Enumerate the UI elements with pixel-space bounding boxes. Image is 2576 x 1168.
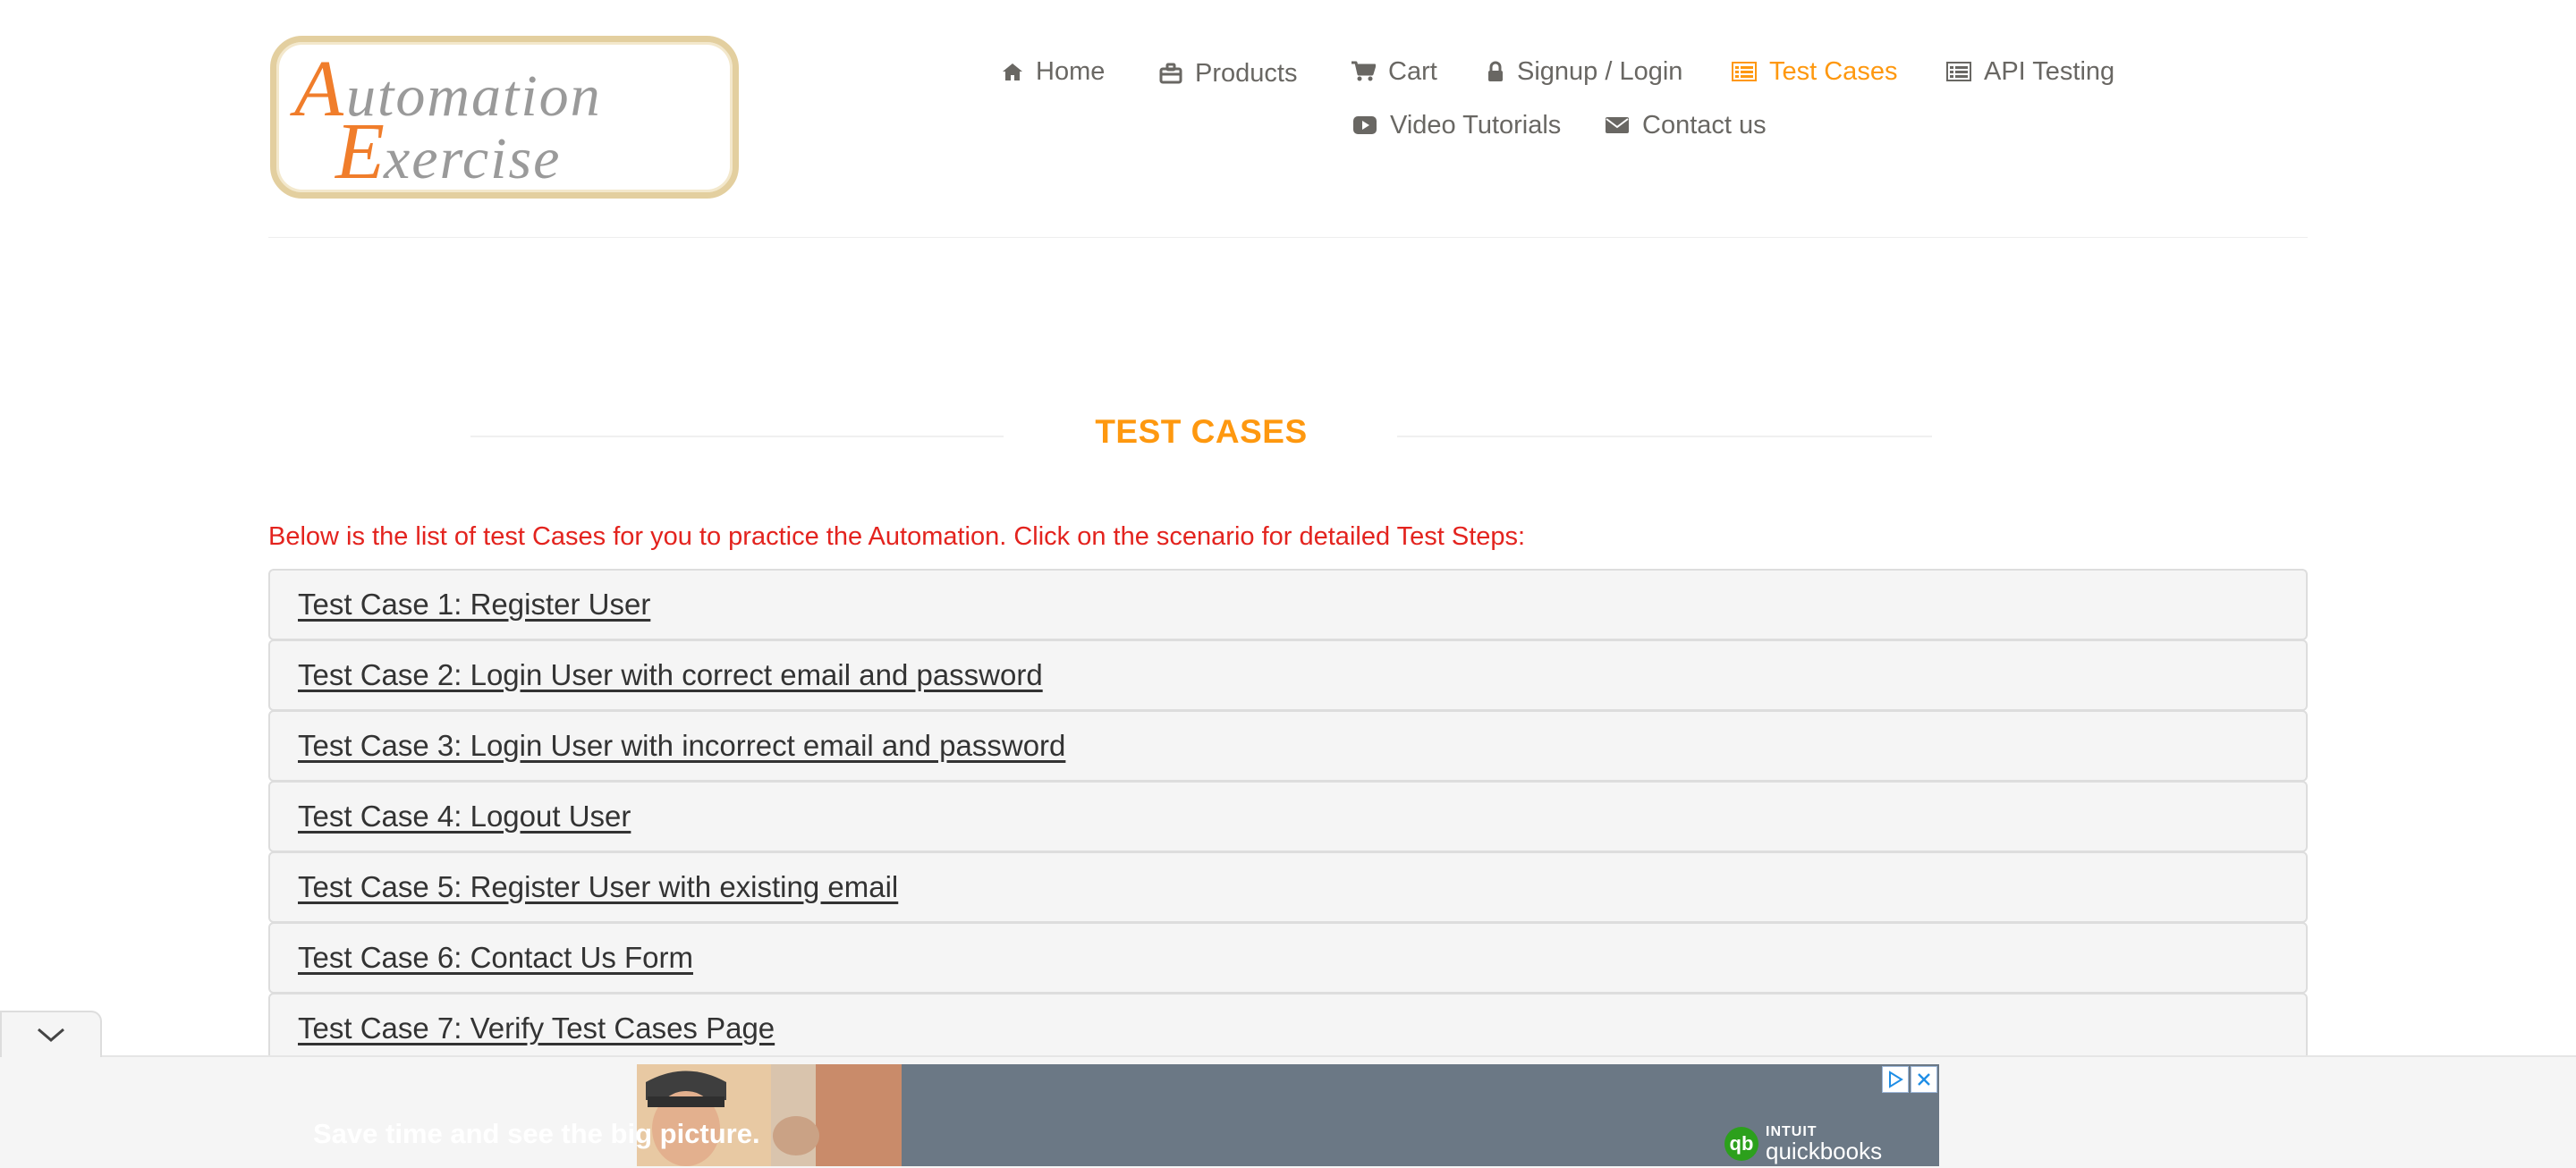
ad-brand-big: quickbooks xyxy=(1766,1138,1883,1164)
test-case-row[interactable]: Test Case 4: Logout User xyxy=(268,781,2308,852)
logo-artwork: A utomation E xercise xyxy=(290,45,600,192)
nav-cart[interactable]: Cart xyxy=(1351,54,1437,89)
nav-api-testing-label: API Testing xyxy=(1984,56,2115,86)
test-case-link[interactable]: Test Case 7: Verify Test Cases Page xyxy=(298,1011,775,1045)
home-icon xyxy=(1003,63,1022,80)
nav-api-testing[interactable]: API Testing xyxy=(1946,54,2114,89)
nav-test-cases[interactable]: Test Cases xyxy=(1732,54,1897,89)
close-ad-button[interactable] xyxy=(1911,1066,1937,1093)
test-case-list: Test Case 1: Register User Test Case 2: L… xyxy=(268,569,2308,1064)
test-case-row[interactable]: Test Case 2: Login User with correct ema… xyxy=(268,639,2308,711)
nav-video-tutorials-label: Video Tutorials xyxy=(1390,110,1562,140)
ad-headline: Save time and see the big picture. xyxy=(313,1118,760,1149)
briefcase-icon xyxy=(1159,63,1182,84)
lock-icon xyxy=(1488,61,1503,81)
nav-contact-us[interactable]: Contact us xyxy=(1605,107,1767,143)
title-line-right xyxy=(1397,436,1932,437)
ad-brand: qb INTUIT quickbooks xyxy=(1724,1125,1882,1163)
nav-video-tutorials[interactable]: Video Tutorials xyxy=(1352,107,1561,143)
cart-icon xyxy=(1352,61,1376,81)
nav-signup-login[interactable]: Signup / Login xyxy=(1487,54,1682,89)
youtube-play-icon xyxy=(1353,116,1377,134)
ad-photo xyxy=(637,1064,902,1166)
list-icon xyxy=(1732,62,1757,81)
test-case-link[interactable]: Test Case 5: Register User with existing… xyxy=(298,870,898,904)
logo-text-line2: xercise xyxy=(383,126,561,191)
test-case-row[interactable]: Test Case 3: Login User with incorrect e… xyxy=(268,710,2308,782)
test-case-row[interactable]: Test Case 5: Register User with existing… xyxy=(268,851,2308,923)
nav-contact-us-label: Contact us xyxy=(1642,110,1767,140)
nav-home-label: Home xyxy=(1036,56,1106,86)
nav-products-label: Products xyxy=(1195,58,1298,88)
logo-initial-e: E xyxy=(334,107,385,192)
test-case-link[interactable]: Test Case 3: Login User with incorrect e… xyxy=(298,729,1065,763)
test-case-link[interactable]: Test Case 4: Logout User xyxy=(298,800,631,834)
collapse-ad-button[interactable] xyxy=(0,1011,102,1057)
page-title: TEST CASES xyxy=(1095,413,1308,450)
close-icon xyxy=(1918,1073,1930,1086)
test-case-link[interactable]: Test Case 6: Contact Us Form xyxy=(298,941,693,975)
chevron-down-icon xyxy=(38,1028,64,1042)
site-header: A utomation E xercise Home Products Cart… xyxy=(0,0,2576,238)
test-case-row[interactable]: Test Case 7: Verify Test Cases Page xyxy=(268,993,2308,1064)
nav-test-cases-label: Test Cases xyxy=(1769,56,1898,86)
title-line-left xyxy=(470,436,1004,437)
nav-home[interactable]: Home xyxy=(1002,54,1105,89)
envelope-icon xyxy=(1606,117,1629,133)
nav-signup-login-label: Signup / Login xyxy=(1517,56,1683,86)
intro-text: Below is the list of test Cases for you … xyxy=(268,522,1526,551)
adchoices-play-icon xyxy=(1889,1071,1903,1088)
list-icon xyxy=(1946,62,1971,81)
nav-cart-label: Cart xyxy=(1388,56,1437,86)
test-case-row[interactable]: Test Case 1: Register User xyxy=(268,569,2308,640)
nav-products[interactable]: Products xyxy=(1159,55,1297,91)
ad-brand-text: INTUIT quickbooks xyxy=(1766,1125,1883,1164)
test-case-link[interactable]: Test Case 2: Login User with correct ema… xyxy=(298,658,1043,692)
test-case-row[interactable]: Test Case 6: Contact Us Form xyxy=(268,922,2308,994)
test-case-link[interactable]: Test Case 1: Register User xyxy=(298,588,650,622)
quickbooks-logo-icon: qb xyxy=(1724,1127,1758,1161)
adchoices-button[interactable] xyxy=(1882,1066,1909,1093)
header-divider xyxy=(268,237,2308,238)
automation-exercise-logo[interactable]: A utomation E xercise xyxy=(270,36,739,199)
